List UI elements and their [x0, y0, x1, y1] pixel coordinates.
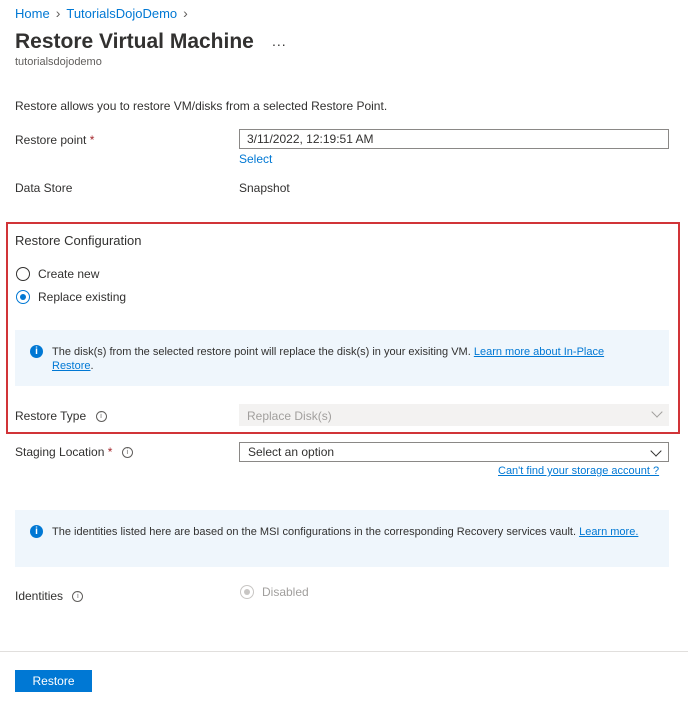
radio-create-new[interactable]: Create new — [16, 267, 99, 281]
page-subtitle: tutorialsdojodemo — [15, 56, 102, 68]
breadcrumb: Home › TutorialsDojoDemo › — [15, 5, 188, 21]
restore-button[interactable]: Restore — [15, 670, 92, 692]
staging-location-label-text: Staging Location — [15, 445, 105, 459]
restore-type-label: Restore Type i — [15, 409, 107, 423]
restore-configuration-title: Restore Configuration — [15, 233, 142, 248]
page-description: Restore allows you to restore VM/disks f… — [15, 99, 388, 113]
identities-label-text: Identities — [15, 589, 64, 603]
staging-location-value: Select an option — [248, 445, 335, 459]
page-title: Restore Virtual Machine — [15, 30, 254, 53]
restore-point-field[interactable]: 3/11/2022, 12:19:51 AM — [239, 129, 669, 149]
info-icon: i — [30, 345, 43, 358]
info-tooltip-icon[interactable]: i — [95, 411, 107, 423]
restore-point-label: Restore point * — [15, 133, 94, 147]
breadcrumb-home-link[interactable]: Home — [15, 6, 50, 21]
replace-info-box: i The disk(s) from the selected restore … — [15, 330, 669, 386]
staging-location-label: Staging Location * i — [15, 445, 133, 459]
info-tooltip-icon[interactable]: i — [72, 591, 84, 603]
restore-type-value: Replace Disk(s) — [247, 409, 332, 423]
footer-divider — [0, 651, 688, 652]
learn-more-identities-link[interactable]: Learn more. — [579, 526, 638, 538]
chevron-down-icon — [650, 445, 662, 457]
radio-create-new-label: Create new — [38, 267, 100, 281]
identities-info-box: i The identities listed here are based o… — [15, 510, 669, 567]
radio-replace-existing[interactable]: Replace existing — [16, 290, 126, 304]
radio-button-selected[interactable] — [16, 290, 30, 304]
cant-find-storage-account-link[interactable]: Can't find your storage account ? — [498, 465, 659, 477]
restore-configuration-highlight — [6, 222, 680, 434]
identities-info-text: The identities listed here are based on … — [52, 526, 577, 538]
chevron-right-icon: › — [183, 5, 188, 21]
radio-button-unselected[interactable] — [16, 267, 30, 281]
restore-point-label-text: Restore point — [15, 133, 87, 147]
info-tooltip-icon[interactable]: i — [121, 447, 133, 459]
data-store-label: Data Store — [15, 181, 73, 195]
data-store-value: Snapshot — [239, 181, 290, 195]
radio-replace-existing-label: Replace existing — [38, 290, 127, 304]
replace-info-text: The disk(s) from the selected restore po… — [52, 346, 471, 358]
more-options-button[interactable]: ... — [272, 33, 287, 49]
staging-location-select[interactable]: Select an option — [239, 442, 669, 462]
chevron-down-icon — [651, 406, 663, 418]
chevron-right-icon: › — [55, 5, 61, 21]
restore-type-select: Replace Disk(s) — [239, 404, 669, 426]
breadcrumb-tutorialsdojodemo-link[interactable]: TutorialsDojoDemo — [66, 6, 177, 21]
identities-label: Identities i — [15, 589, 84, 603]
required-marker: * — [107, 445, 113, 459]
required-marker: * — [89, 133, 95, 147]
select-restore-point-link[interactable]: Select — [239, 152, 272, 166]
info-icon: i — [30, 525, 43, 538]
restore-type-label-text: Restore Type — [15, 409, 87, 423]
info-period: . — [90, 360, 94, 372]
radio-button-disabled — [240, 585, 254, 599]
identities-value: Disabled — [262, 585, 309, 599]
identities-disabled-radio: Disabled — [240, 585, 309, 599]
